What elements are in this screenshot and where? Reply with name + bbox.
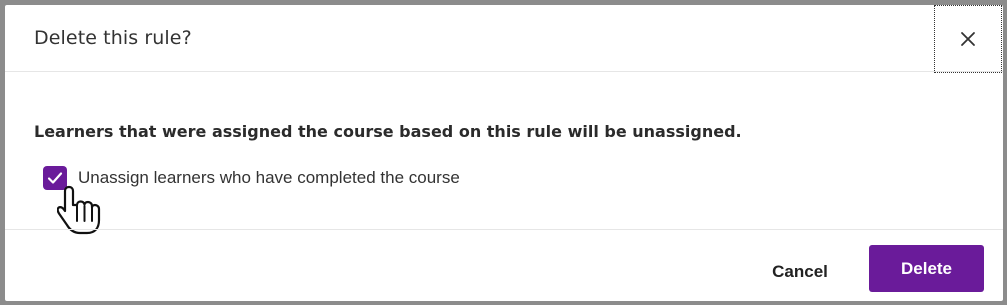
dialog-footer: Cancel Delete (5, 229, 1003, 301)
cancel-button[interactable]: Cancel (750, 252, 850, 292)
close-icon (961, 32, 975, 46)
checkbox-label[interactable]: Unassign learners who have completed the… (78, 168, 460, 188)
dialog-header: Delete this rule? (5, 5, 1003, 73)
warning-text: Learners that were assigned the course b… (34, 122, 742, 141)
checkmark-icon (47, 172, 63, 184)
unassign-completed-checkbox[interactable] (43, 166, 67, 190)
close-button[interactable] (934, 5, 1002, 73)
unassign-completed-option[interactable]: Unassign learners who have completed the… (43, 165, 460, 191)
dialog-title: Delete this rule? (34, 27, 192, 49)
delete-rule-dialog: Delete this rule? Learners that were ass… (5, 5, 1003, 301)
delete-button[interactable]: Delete (869, 245, 984, 292)
